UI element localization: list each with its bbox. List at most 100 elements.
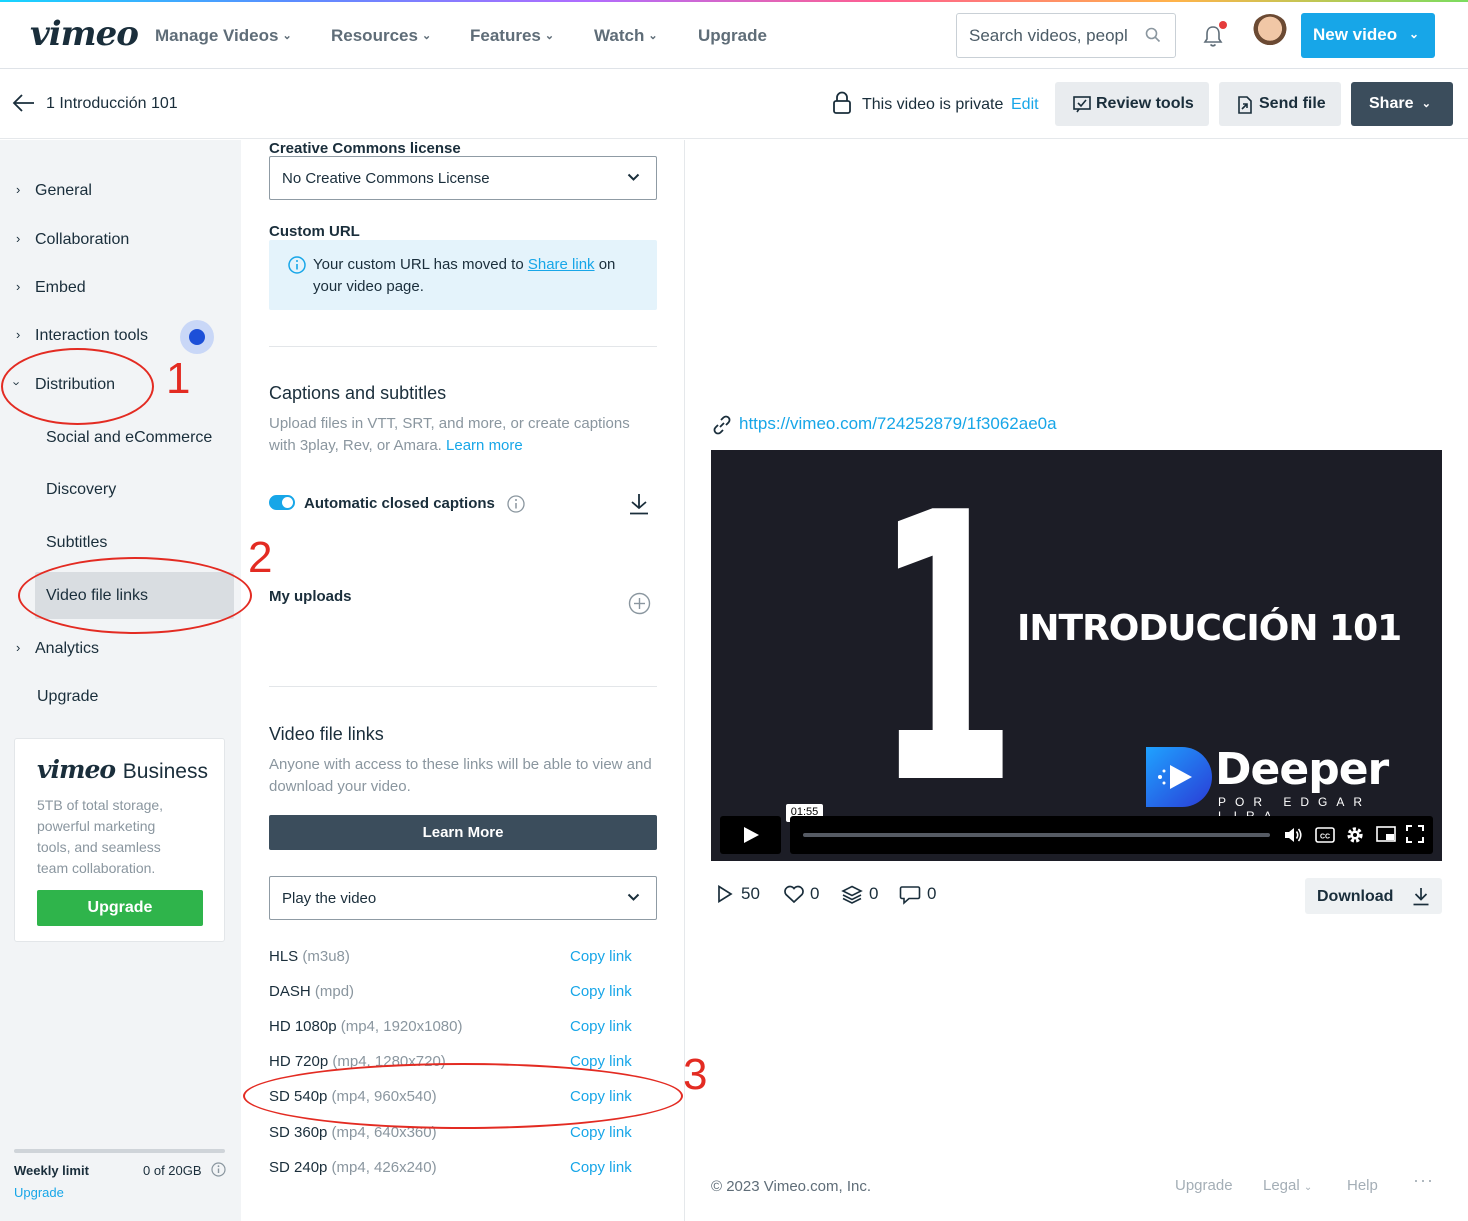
sidebar-subitem-social-ecommerce[interactable]: Social and eCommerce xyxy=(46,429,212,447)
file-link-name: SD 240p xyxy=(269,1159,328,1176)
send-file-button[interactable]: Send file xyxy=(1219,82,1341,126)
sidebar-subitem-discovery[interactable]: Discovery xyxy=(46,481,116,499)
video-url-link[interactable]: https://vimeo.com/724252879/1f3062ae0a xyxy=(739,414,1057,434)
nav-upgrade-label: Upgrade xyxy=(698,26,767,45)
business-upgrade-button[interactable]: Upgrade xyxy=(37,890,203,926)
footer-help-link[interactable]: Help xyxy=(1347,1177,1378,1194)
footer-legal-link[interactable]: Legal ⌄ xyxy=(1263,1177,1312,1194)
nav-manage-videos[interactable]: Manage Videos ⌄ xyxy=(155,26,292,46)
file-link-name: SD 360p xyxy=(269,1124,328,1141)
search-input[interactable] xyxy=(969,26,1137,46)
nav-features-label: Features xyxy=(470,26,541,45)
vimeo-logo: vimeo xyxy=(37,755,116,784)
nav-features[interactable]: Features ⌄ xyxy=(470,26,554,46)
custom-url-notice: Your custom URL has moved to Share link … xyxy=(269,240,657,310)
new-video-button[interactable]: New video ⌄ xyxy=(1301,13,1435,58)
share-link[interactable]: Share link xyxy=(528,256,595,273)
chevron-down-icon: ⌄ xyxy=(1408,27,1419,41)
heart-icon xyxy=(784,885,804,904)
search-box xyxy=(956,13,1176,58)
volume-icon[interactable] xyxy=(1283,825,1303,845)
edit-privacy-link[interactable]: Edit xyxy=(1011,96,1039,114)
deeper-logo-icon xyxy=(1146,747,1212,807)
file-links-section-title: Video file links xyxy=(269,724,384,744)
learn-more-button[interactable]: Learn More xyxy=(269,815,657,850)
custom-url-label: Custom URL xyxy=(269,223,360,240)
search-icon[interactable] xyxy=(1145,27,1161,43)
cc-license-value: No Creative Commons License xyxy=(282,170,490,187)
video-frame-number: 1 xyxy=(875,450,1017,861)
auto-captions-label: Automatic closed captions xyxy=(304,495,495,512)
download-label: Download xyxy=(1317,888,1394,905)
collections-count: 0 xyxy=(869,884,879,903)
play-icon xyxy=(718,885,733,903)
cc-license-select[interactable]: No Creative Commons License xyxy=(269,156,657,200)
weekly-upgrade-link[interactable]: Upgrade xyxy=(14,1185,64,1200)
copy-link-button[interactable]: Copy link xyxy=(570,983,632,1000)
annotation-number-2: 2 xyxy=(248,533,273,582)
video-frame-title: INTRODUCCIÓN 101 xyxy=(1017,608,1402,649)
chevron-right-icon: › xyxy=(16,231,21,246)
file-links-mode-select[interactable]: Play the video xyxy=(269,876,657,920)
nav-watch[interactable]: Watch ⌄ xyxy=(594,26,658,46)
sidebar-item-label: Upgrade xyxy=(37,688,99,705)
settings-sidebar: › General › Collaboration › Embed › Interact… xyxy=(0,140,241,1221)
learn-more-link[interactable]: Learn more xyxy=(446,437,523,454)
file-link-format: (mp4, 426x240) xyxy=(331,1159,437,1176)
review-tools-label: Review tools xyxy=(1096,95,1194,112)
svg-text:CC: CC xyxy=(1320,834,1330,841)
back-arrow-icon[interactable] xyxy=(12,93,36,113)
add-upload-icon[interactable] xyxy=(628,592,651,615)
info-icon[interactable] xyxy=(211,1162,226,1177)
fullscreen-icon[interactable] xyxy=(1406,825,1424,843)
file-link-format: (m3u8) xyxy=(302,948,350,965)
chevron-down-icon: ⌄ xyxy=(282,30,292,42)
footer-upgrade-link[interactable]: Upgrade xyxy=(1175,1177,1233,1194)
vimeo-business-logo: vimeo Business xyxy=(37,755,208,784)
info-icon[interactable] xyxy=(507,495,525,513)
copy-link-button[interactable]: Copy link xyxy=(570,948,632,965)
closed-captions-icon[interactable]: CC xyxy=(1315,827,1335,843)
new-feature-indicator xyxy=(180,320,214,354)
file-link-format: (mpd) xyxy=(314,983,355,1000)
file-links-description: Anyone with access to these links will b… xyxy=(269,756,652,795)
comments-count: 0 xyxy=(927,884,937,903)
business-logo-suffix: Business xyxy=(122,760,208,783)
settings-gear-icon[interactable] xyxy=(1345,825,1365,845)
annotation-ellipse-3 xyxy=(243,1063,683,1129)
video-brand-text: Deeper xyxy=(1215,744,1389,795)
copy-link-button[interactable]: Copy link xyxy=(570,1124,632,1141)
picture-in-picture-icon[interactable] xyxy=(1376,826,1396,844)
file-link-name: HD 1080p xyxy=(269,1018,337,1035)
nav-resources[interactable]: Resources ⌄ xyxy=(331,26,431,46)
download-icon[interactable] xyxy=(628,493,650,515)
nav-manage-videos-label: Manage Videos xyxy=(155,26,279,45)
copy-link-button[interactable]: Copy link xyxy=(570,1018,632,1035)
captions-section-title: Captions and subtitles xyxy=(269,383,447,403)
play-button[interactable] xyxy=(720,816,781,854)
notification-dot xyxy=(1219,21,1227,29)
weekly-limit-label: Weekly limit xyxy=(14,1163,89,1178)
progress-bar[interactable] xyxy=(803,833,1270,837)
share-button[interactable]: Share ⌄ xyxy=(1351,82,1453,126)
layers-icon xyxy=(841,885,863,904)
nav-upgrade[interactable]: Upgrade xyxy=(698,26,767,46)
download-icon xyxy=(1413,888,1429,906)
info-icon xyxy=(288,256,306,274)
review-icon xyxy=(1073,96,1091,113)
file-link-row: DASH (mpd) Copy link xyxy=(269,983,657,1000)
sidebar-item-label: Analytics xyxy=(35,640,100,657)
copy-link-button[interactable]: Copy link xyxy=(570,1159,632,1176)
auto-captions-toggle[interactable] xyxy=(269,495,295,510)
footer-more-menu[interactable]: ··· xyxy=(1413,1170,1434,1191)
avatar[interactable] xyxy=(1250,14,1290,56)
vimeo-logo[interactable]: vimeo xyxy=(30,14,139,54)
video-player[interactable]: 1 INTRODUCCIÓN 101 Deeper POR EDGAR LIRA… xyxy=(711,450,1442,861)
sidebar-item-label: Embed xyxy=(35,279,86,296)
share-label: Share xyxy=(1369,95,1414,112)
section-divider xyxy=(269,346,657,347)
review-tools-button[interactable]: Review tools xyxy=(1055,82,1209,126)
sidebar-subitem-subtitles[interactable]: Subtitles xyxy=(46,534,107,552)
download-button[interactable]: Download xyxy=(1305,878,1442,914)
annotation-number-1: 1 xyxy=(166,354,191,403)
